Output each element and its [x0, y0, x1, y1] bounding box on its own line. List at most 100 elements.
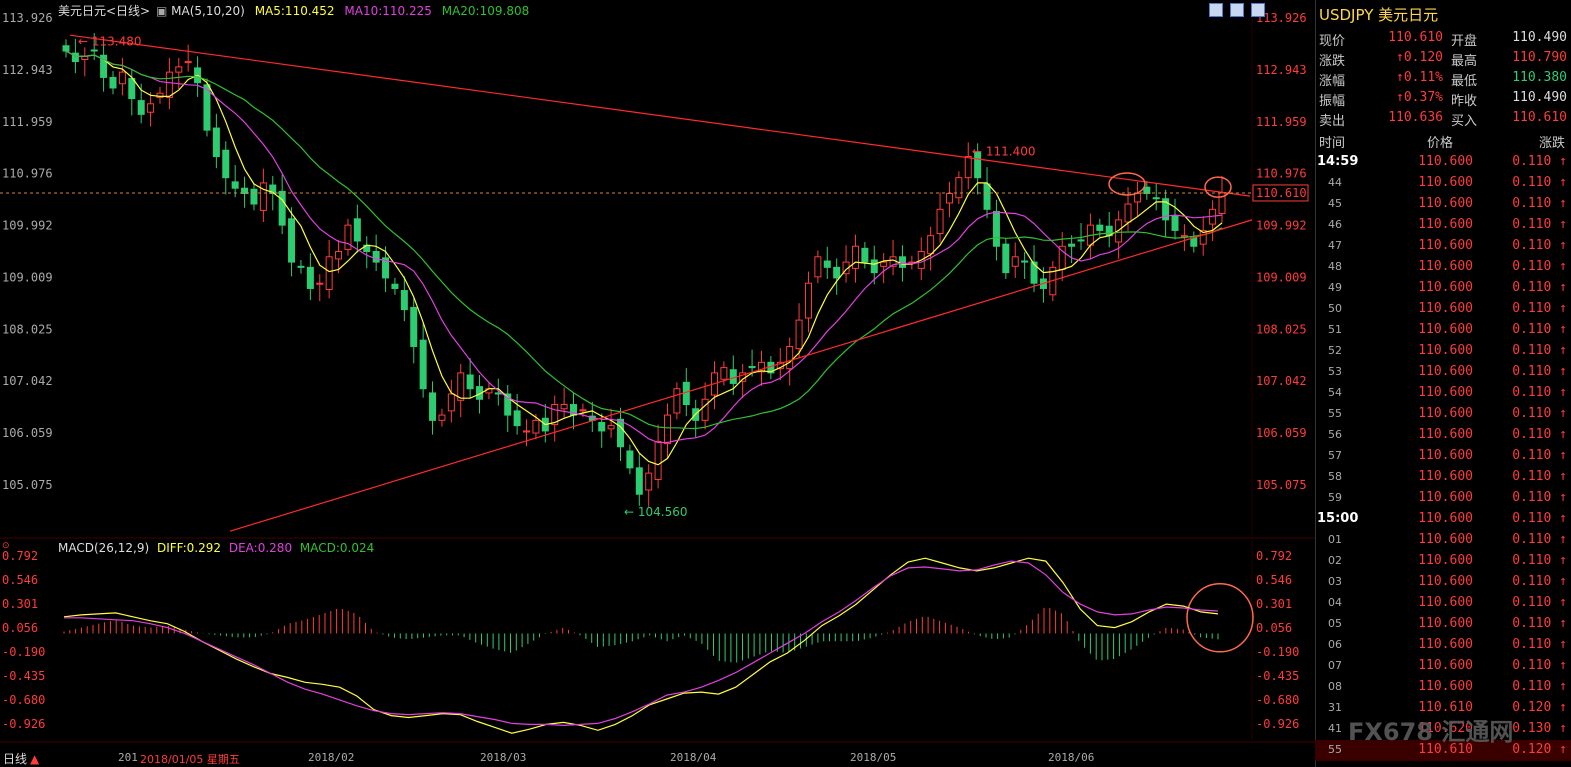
tick-change: 0.110 ↑ — [1512, 364, 1567, 379]
chart-title: 美元日元<日线> — [58, 4, 151, 18]
tick-time: 53 — [1328, 365, 1342, 378]
tick-time: 50 — [1328, 302, 1342, 315]
candle-body — [1171, 215, 1179, 231]
price-chart-canvas[interactable]: 113.926 113.926112.943 112.943111.959 111.9… — [0, 0, 1315, 767]
period-label[interactable]: 日线 ▲ — [3, 750, 39, 767]
price-tick-left: 109.992 — [2, 219, 53, 233]
restore-icon[interactable] — [1209, 3, 1223, 17]
tick-change: 0.110 ↑ — [1512, 532, 1567, 547]
tick-row: 57 110.600 0.110 ↑ — [1315, 446, 1571, 467]
candle-body — [870, 259, 878, 274]
symbol-title: USDJPY 美元日元 — [1319, 6, 1439, 24]
candle-body — [1077, 239, 1085, 242]
month-label: 2018/06 — [1048, 751, 1095, 764]
candle-body — [795, 319, 803, 350]
tick-change: 0.110 ↑ — [1512, 490, 1567, 505]
tick-price: 110.600 — [1418, 574, 1473, 589]
tick-price: 110.600 — [1418, 448, 1473, 463]
quote-row: 振幅 ↑0.37% 昨收 110.490 — [1319, 90, 1567, 109]
macd-tick-left: -0.435 — [2, 669, 45, 683]
candle-body — [1190, 237, 1198, 247]
tick-row: 08 110.600 0.110 ↑ — [1315, 677, 1571, 698]
tick-time: 47 — [1328, 239, 1342, 252]
tick-row: 06 110.600 0.110 ↑ — [1315, 635, 1571, 656]
candle-body — [109, 76, 117, 89]
tick-price: 110.600 — [1418, 154, 1473, 169]
tick-row: 05 110.600 0.110 ↑ — [1315, 614, 1571, 635]
candle-body — [128, 77, 136, 100]
macd-tick-right: 0.792 — [1256, 549, 1292, 563]
quote-row: 卖出 110.636 买入 110.610 — [1319, 110, 1567, 129]
tick-row: 48 110.600 0.110 ↑ — [1315, 257, 1571, 278]
tick-price: 110.600 — [1418, 217, 1473, 232]
tick-time: 58 — [1328, 470, 1342, 483]
tick-time: 15:00 — [1317, 511, 1359, 526]
tick-change: 0.110 ↑ — [1512, 196, 1567, 211]
candle-body — [936, 208, 944, 235]
tick-change: 0.110 ↑ — [1512, 259, 1567, 274]
tick-row: 45 110.600 0.110 ↑ — [1315, 194, 1571, 215]
tick-time: 04 — [1328, 596, 1342, 609]
tick-row: 59 110.600 0.110 ↑ — [1315, 488, 1571, 509]
watermark-logo: FX678 汇通网 — [1348, 718, 1514, 746]
tick-change: 0.110 ↑ — [1512, 154, 1567, 169]
tick-time: 56 — [1328, 428, 1342, 441]
macd-dea-line — [64, 560, 1219, 727]
close-icon[interactable] — [1251, 3, 1266, 17]
macd-tick-right: 0.546 — [1256, 573, 1292, 587]
candle-body — [861, 247, 869, 263]
candle-body — [137, 100, 145, 115]
price-tick-left: 106.059 — [2, 426, 53, 440]
month-label: 2018/05 — [850, 751, 897, 764]
tick-change: 0.110 ↑ — [1512, 427, 1567, 442]
candle-body — [429, 392, 437, 421]
candle-body — [607, 425, 615, 430]
tick-row: 02 110.600 0.110 ↑ — [1315, 551, 1571, 572]
tick-row: 07 110.600 0.110 ↑ — [1315, 656, 1571, 677]
tick-time: 06 — [1328, 638, 1342, 651]
month-label: 2018/02 — [308, 751, 355, 764]
candle-body — [1068, 243, 1076, 247]
candle-body — [147, 103, 155, 113]
price-tick-right: 106.059 — [1256, 426, 1307, 440]
candle-body — [250, 188, 258, 205]
tick-price: 110.600 — [1418, 280, 1473, 295]
tick-change: 0.110 ↑ — [1512, 406, 1567, 421]
price-tick-right: 109.992 — [1256, 219, 1307, 233]
tick-price: 110.600 — [1418, 301, 1473, 316]
price-tick-right: 110.976 — [1256, 167, 1307, 181]
candle-body — [983, 183, 991, 210]
candle-body — [306, 266, 314, 289]
ma10-value: MA10:110.225 — [344, 4, 432, 18]
candle-body — [1152, 197, 1160, 200]
maximize-icon[interactable] — [1230, 3, 1245, 17]
tick-change: 0.110 ↑ — [1512, 553, 1567, 568]
candle-body — [513, 410, 521, 427]
macd-value: MACD:0.024 — [299, 541, 375, 555]
tick-change: 0.110 ↑ — [1512, 574, 1567, 589]
price-tick-left: 112.943 — [2, 63, 53, 77]
candle-body — [654, 440, 662, 480]
candle-body — [184, 61, 192, 64]
candle-body — [297, 265, 305, 268]
macd-pin-icon[interactable]: ⊙ — [2, 541, 10, 551]
candle-body — [391, 283, 399, 289]
candle-body — [748, 366, 756, 369]
candle-body — [898, 256, 906, 268]
month-label: 2018/03 — [480, 751, 527, 764]
candle-body — [335, 251, 343, 260]
tick-change: 0.130 ↑ — [1512, 721, 1567, 736]
tick-row: 44 110.600 0.110 ↑ — [1315, 173, 1571, 194]
tick-row: 14:59 110.600 0.110 ↑ — [1315, 152, 1571, 173]
macd-tick-right: -0.926 — [1256, 717, 1299, 731]
candle-body — [447, 393, 455, 412]
tick-change: 0.120 ↑ — [1512, 742, 1567, 757]
macd-dea: DEA:0.280 — [228, 541, 293, 555]
candle-body — [720, 367, 728, 380]
price-tick-left: 113.926 — [2, 11, 53, 25]
candle-body — [118, 71, 126, 85]
candle-body — [635, 467, 643, 495]
candle-body — [165, 71, 173, 98]
tick-time: 02 — [1328, 554, 1342, 567]
price-tick-left: 110.976 — [2, 167, 53, 181]
